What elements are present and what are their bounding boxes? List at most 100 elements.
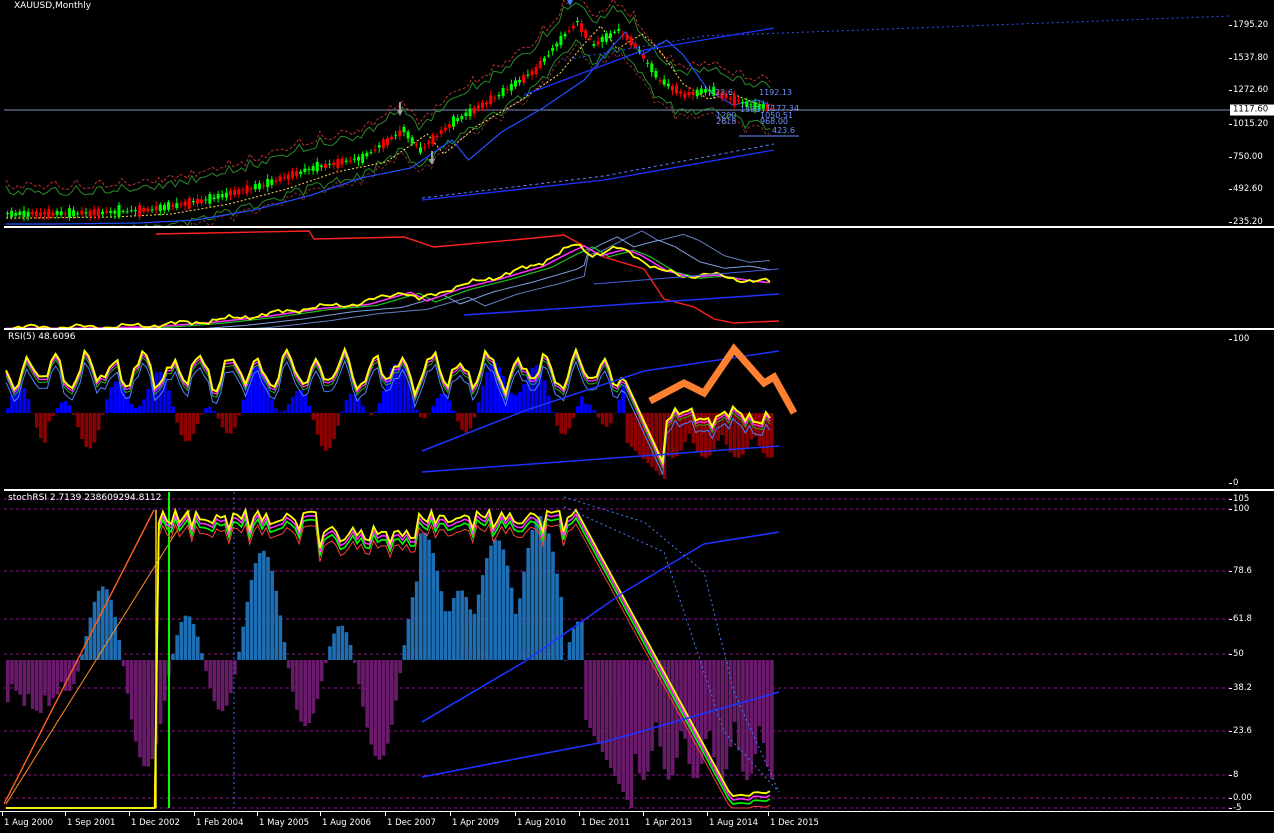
candle-body [352, 158, 356, 160]
rsi-histogram-bar [419, 413, 423, 418]
candle-body [142, 207, 146, 212]
stoch-histogram-bar [266, 556, 270, 660]
candle-body [191, 200, 195, 203]
candle-body [633, 43, 637, 48]
stoch-histogram-bar [80, 654, 84, 660]
rsi-histogram-bar [600, 413, 605, 425]
candle-body [670, 86, 674, 90]
rsi-histogram-bar [237, 413, 241, 416]
stoch-histogram-bar [439, 591, 444, 660]
stoch-tick: 0.00 [1229, 793, 1252, 803]
rsi-histogram-bar [377, 403, 382, 413]
time-axis-tick [579, 812, 580, 816]
time-axis-label: 1 Aug 2006 [322, 818, 372, 828]
candle-body [592, 44, 596, 46]
stoch-histogram-bar [456, 590, 460, 660]
stoch-histogram-bar [241, 626, 246, 660]
rsi-histogram-bar [423, 413, 427, 419]
rsi-histogram-bar [336, 413, 340, 426]
candle-body [348, 160, 352, 162]
candle-body [357, 156, 361, 161]
stoch-histogram-bar [464, 596, 469, 660]
rsi-histogram-bar [547, 395, 551, 413]
rsi-histogram-bar [233, 413, 237, 428]
candle-body [315, 162, 319, 172]
stoch-histogram-bar [34, 660, 39, 711]
stoch-histogram-bar [22, 660, 27, 706]
stoch-histogram-bar [501, 549, 506, 660]
ma-chart [6, 230, 780, 328]
stoch-histogram-bar [59, 660, 64, 682]
time-axis-tick [320, 812, 321, 816]
candle-body [654, 70, 658, 78]
stoch-histogram-bar [385, 660, 390, 744]
candle-body [447, 124, 451, 128]
stoch-histogram-bar [216, 660, 221, 710]
stochrsi-title: stochRSI 2.7139 238609294.8112 [8, 493, 162, 503]
candle-body [233, 190, 237, 195]
stoch-histogram-bar [295, 660, 299, 710]
rsi-histogram-bar [216, 413, 221, 419]
rsi-histogram-bar [311, 413, 316, 421]
rsi-histogram-bar [551, 411, 555, 413]
candle-body [51, 212, 55, 216]
candle-body [18, 211, 22, 216]
fib-level-label: 423.6 [772, 126, 795, 135]
rsi-histogram-bar [179, 413, 184, 436]
pane-separator[interactable] [4, 226, 1274, 228]
stochrsi-axis: 105 100 78.6 61.8 50 38.2 23.6 8 0.00 -5 [1228, 492, 1274, 813]
stoch-histogram-bar [150, 660, 155, 759]
stoch-histogram-bar [476, 594, 481, 660]
stoch-histogram-bar [505, 565, 510, 660]
time-axis-label: 1 Dec 2011 [581, 818, 630, 828]
stoch-histogram-bar [584, 660, 588, 720]
price-pane[interactable]: XAUUSD,Monthly 423.6 1192.13 1382 1177.34 12… [4, 0, 1230, 226]
rsi-histogram-bar [319, 413, 324, 446]
time-axis-label: 1 Aug 2010 [517, 818, 567, 828]
rsi-histogram-bar [286, 404, 291, 413]
rsi-histogram-bar [72, 413, 76, 415]
stoch-histogram-bar [109, 599, 113, 660]
candle-body [538, 61, 542, 68]
time-axis-tick [65, 812, 66, 816]
stoch-histogram-bar [129, 660, 134, 720]
stoch-histogram-bar [716, 660, 720, 776]
stoch-tick: 8 [1228, 770, 1239, 780]
candle-body [662, 79, 666, 85]
stoch-histogram-bar [146, 660, 151, 767]
stochrsi-pane[interactable]: stochRSI 2.7139 238609294.8112 [4, 492, 1230, 811]
rsi-histogram-bar [34, 413, 39, 428]
stoch-histogram-bar [121, 660, 126, 667]
candle-body [183, 201, 187, 206]
rsi-pane[interactable]: RSI(5) 48.6096 [4, 331, 1230, 489]
candle-body [249, 188, 253, 190]
candle-body [608, 33, 612, 38]
stoch-histogram-bar [286, 660, 291, 669]
stoch-histogram-bar [237, 651, 241, 660]
rsi-histogram-bar [464, 413, 469, 433]
candle-body [604, 33, 608, 42]
rsi-histogram-bar [328, 413, 332, 449]
fib-level-label: 423.6 [710, 88, 733, 97]
candle-body [290, 171, 294, 178]
stoch-histogram-bar [617, 660, 621, 784]
stoch-histogram-bar [765, 660, 770, 767]
stoch-histogram-bar [212, 660, 217, 702]
pane-separator[interactable] [4, 328, 1274, 330]
price-chart: 423.6 1192.131382 1177.341200 1050.512618 96… [4, 0, 1230, 226]
pane-separator[interactable] [4, 489, 1274, 491]
stoch-histogram-bar [315, 660, 320, 699]
rsi-histogram-bar [200, 413, 204, 415]
stoch-histogram-bar [720, 660, 725, 780]
candle-body [650, 63, 654, 73]
ma-pane[interactable] [4, 229, 1230, 328]
stoch-histogram-bar [138, 660, 142, 758]
time-axis-label: 1 Aug 2014 [709, 818, 759, 828]
ma-slow [6, 31, 771, 225]
candle-body [683, 93, 687, 98]
candle-body [154, 206, 158, 210]
stoch-histogram-bar [563, 660, 568, 661]
rsi-histogram-bar [142, 399, 146, 413]
rsi-histogram-bar [39, 413, 43, 439]
candle-body [55, 210, 59, 215]
